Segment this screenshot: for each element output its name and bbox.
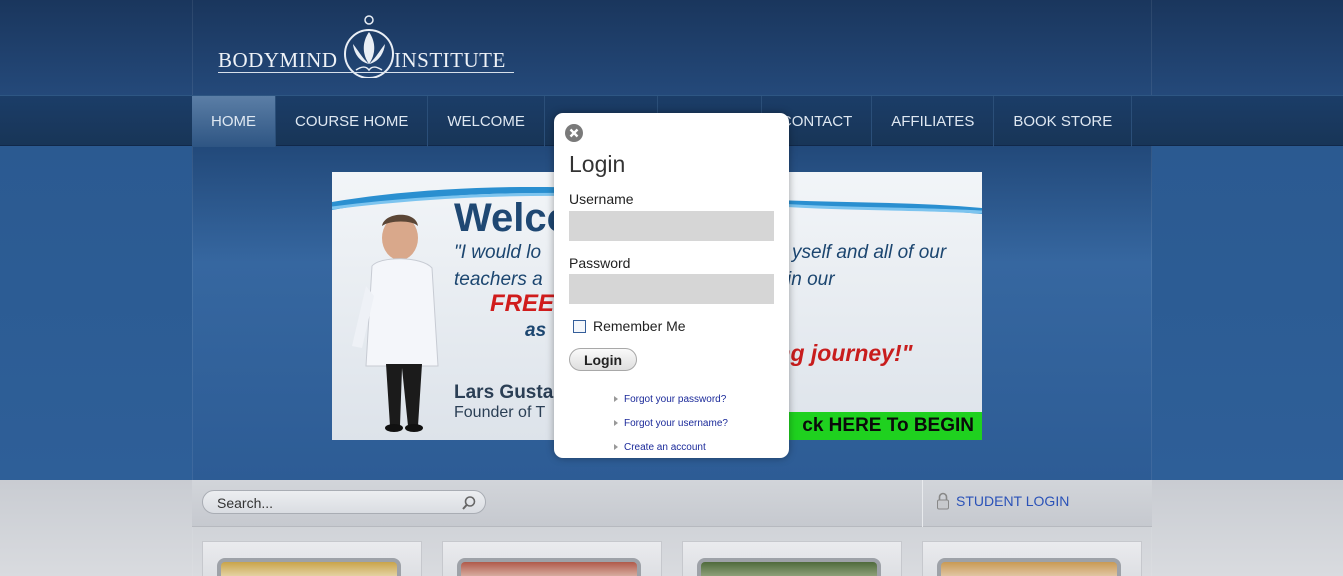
banner-quote-line2-right: in our [787, 269, 835, 290]
banner-journey-text: ing journey!" [770, 340, 913, 366]
banner-free-text: FREE [490, 290, 555, 317]
nav-item-affiliates[interactable]: AFFILIATES [872, 96, 995, 147]
nav-item-welcome[interactable]: WELCOME [428, 96, 545, 147]
search-input[interactable] [217, 494, 447, 512]
search-toolbar: STUDENT LOGIN [192, 480, 1152, 527]
banner-quote-line1: "I would lo [454, 242, 542, 263]
forgot-username-label: Forgot your username? [624, 417, 728, 429]
remember-me: Remember Me [573, 318, 686, 334]
lock-icon [937, 492, 949, 510]
student-login-label: STUDENT LOGIN [956, 493, 1070, 509]
toolbar-divider [922, 480, 923, 527]
nav-item-book-store[interactable]: BOOK STORE [994, 96, 1133, 147]
logo-text-bodymind: BODYMIND [218, 48, 338, 72]
password-label: Password [569, 255, 631, 271]
password-field[interactable] [569, 274, 774, 304]
create-account-link[interactable]: Create an account [614, 435, 728, 459]
site-logo[interactable]: BODYMIND INSTITUTE [218, 14, 518, 78]
search-icon[interactable] [461, 495, 477, 511]
student-login-link[interactable]: STUDENT LOGIN [936, 492, 1069, 510]
banner-founder-name: Lars Gusta [454, 382, 554, 403]
bullet-arrow-icon [614, 396, 618, 402]
login-modal: Login Username Password Remember Me Logi… [554, 113, 789, 458]
forgot-password-link[interactable]: Forgot your password? [614, 387, 728, 411]
course-card[interactable] [682, 541, 902, 576]
nav-label: COURSE HOME [295, 113, 409, 130]
founder-photo [352, 214, 439, 432]
nav-item-course-home[interactable]: COURSE HOME [276, 96, 429, 147]
card-thumbnail [697, 558, 881, 576]
forgot-password-label: Forgot your password? [624, 393, 727, 405]
bullet-arrow-icon [614, 420, 618, 426]
modal-links: Forgot your password? Forgot your userna… [614, 387, 728, 459]
logo-text-institute: INSTITUTE [394, 48, 506, 72]
nav-item-home[interactable]: HOME [192, 96, 276, 147]
search-box [202, 490, 486, 514]
card-thumbnail [937, 558, 1121, 576]
lotus-emblem-icon [344, 15, 394, 78]
bullet-arrow-icon [614, 444, 618, 450]
banner-as-text: as [525, 320, 547, 341]
forgot-username-link[interactable]: Forgot your username? [614, 411, 728, 435]
create-account-label: Create an account [624, 441, 706, 453]
username-label: Username [569, 191, 634, 207]
username-field[interactable] [569, 211, 774, 241]
nav-label: CONTACT [780, 113, 853, 130]
course-card[interactable] [442, 541, 662, 576]
banner-quote-line1-right: yself and all of our [792, 242, 947, 263]
nav-label: AFFILIATES [891, 113, 975, 130]
close-icon[interactable] [564, 123, 584, 143]
nav-label: HOME [211, 113, 256, 130]
logo-underline [218, 72, 514, 73]
nav-label: WELCOME [447, 113, 525, 130]
card-thumbnail [457, 558, 641, 576]
banner-quote-line2: teachers a [454, 269, 543, 290]
course-card[interactable] [922, 541, 1142, 576]
course-cards [202, 541, 1142, 576]
modal-title: Login [569, 151, 626, 177]
card-thumbnail [217, 558, 401, 576]
banner-founder-title: Founder of T [454, 404, 546, 421]
remember-me-label: Remember Me [593, 318, 686, 334]
course-card[interactable] [202, 541, 422, 576]
login-button[interactable]: Login [569, 348, 637, 371]
nav-label: BOOK STORE [1013, 113, 1113, 130]
remember-me-checkbox[interactable] [573, 319, 586, 333]
